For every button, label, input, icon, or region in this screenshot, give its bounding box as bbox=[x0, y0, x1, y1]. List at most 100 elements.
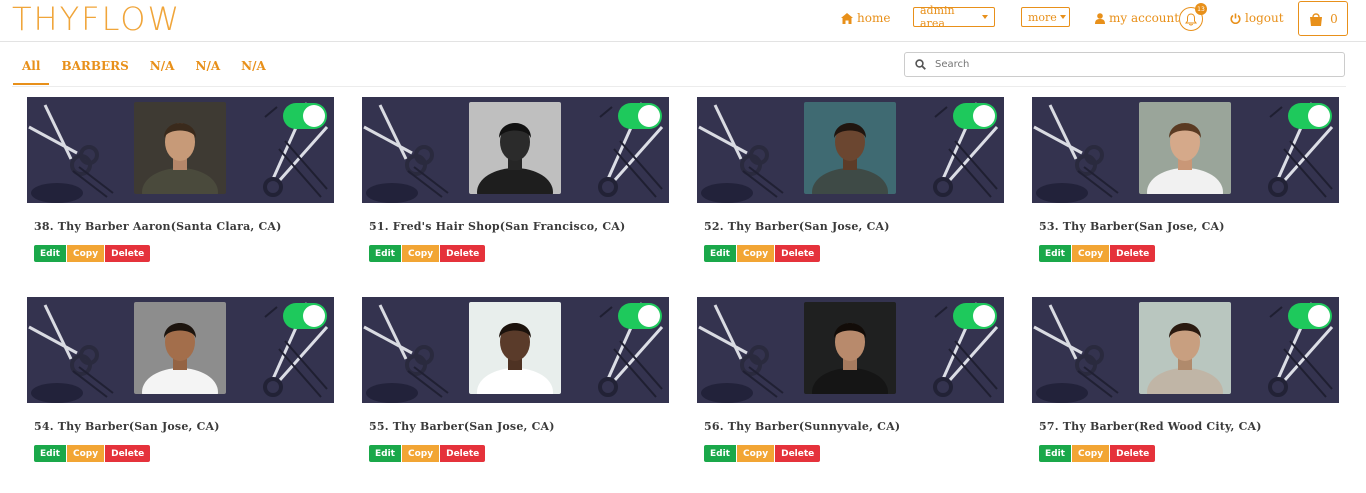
copy-button[interactable]: Copy bbox=[401, 245, 441, 262]
enable-toggle[interactable] bbox=[1288, 103, 1332, 129]
card-title[interactable]: 56. Thy Barber(Sunnyvale, CA) bbox=[704, 420, 900, 433]
barber-photo[interactable] bbox=[804, 302, 896, 394]
user-icon bbox=[1095, 12, 1105, 24]
card-actions: Edit Copy Delete bbox=[34, 445, 151, 462]
delete-button[interactable]: Delete bbox=[775, 245, 821, 262]
toggle-knob bbox=[638, 105, 660, 127]
tab-barbers[interactable]: BARBERS bbox=[61, 56, 128, 85]
edit-button[interactable]: Edit bbox=[704, 445, 737, 462]
logout-link[interactable]: logout bbox=[1230, 11, 1284, 25]
delete-button[interactable]: Delete bbox=[1110, 445, 1156, 462]
enable-toggle[interactable] bbox=[283, 303, 327, 329]
barber-photo[interactable] bbox=[134, 302, 226, 394]
search-input[interactable] bbox=[935, 59, 1315, 70]
enable-toggle[interactable] bbox=[953, 303, 997, 329]
admin-area-dropdown[interactable]: admin area bbox=[913, 4, 995, 30]
card-actions: Edit Copy Delete bbox=[34, 245, 151, 262]
copy-button[interactable]: Copy bbox=[401, 445, 441, 462]
card-title[interactable]: 57. Thy Barber(Red Wood City, CA) bbox=[1039, 420, 1262, 433]
card-actions: Edit Copy Delete bbox=[1039, 445, 1156, 462]
edit-button[interactable]: Edit bbox=[1039, 245, 1072, 262]
tab-na-2[interactable]: N/A bbox=[195, 56, 220, 85]
toggle-knob bbox=[973, 105, 995, 127]
cart-count: 0 bbox=[1330, 11, 1338, 26]
barber-photo[interactable] bbox=[1139, 302, 1231, 394]
card-title[interactable]: 53. Thy Barber(San Jose, CA) bbox=[1039, 220, 1225, 233]
copy-button[interactable]: Copy bbox=[736, 245, 776, 262]
home-link[interactable]: home bbox=[841, 11, 890, 25]
more-dropdown[interactable]: more bbox=[1021, 7, 1070, 27]
tab-all[interactable]: All bbox=[13, 56, 50, 85]
copy-button[interactable]: Copy bbox=[736, 445, 776, 462]
cart-button[interactable]: 0 bbox=[1298, 1, 1348, 36]
search-box bbox=[904, 52, 1345, 77]
tab-na-3[interactable]: N/A bbox=[241, 56, 266, 85]
delete-button[interactable]: Delete bbox=[105, 445, 151, 462]
copy-button[interactable]: Copy bbox=[1071, 445, 1111, 462]
barber-photo[interactable] bbox=[469, 102, 561, 194]
tabs-divider bbox=[12, 86, 1346, 87]
delete-button[interactable]: Delete bbox=[440, 245, 486, 262]
power-icon bbox=[1230, 13, 1241, 24]
card-actions: Edit Copy Delete bbox=[704, 245, 821, 262]
copy-button[interactable]: Copy bbox=[66, 445, 106, 462]
delete-button[interactable]: Delete bbox=[105, 245, 151, 262]
card-actions: Edit Copy Delete bbox=[704, 445, 821, 462]
delete-button[interactable]: Delete bbox=[1110, 245, 1156, 262]
category-tabs: All BARBERS N/A N/A N/A bbox=[13, 56, 287, 85]
toggle-knob bbox=[638, 305, 660, 327]
barber-photo[interactable] bbox=[134, 102, 226, 194]
card-banner bbox=[697, 97, 1004, 203]
card-title[interactable]: 55. Thy Barber(San Jose, CA) bbox=[369, 420, 555, 433]
barber-photo[interactable] bbox=[1139, 102, 1231, 194]
card-actions: Edit Copy Delete bbox=[1039, 245, 1156, 262]
toggle-knob bbox=[303, 305, 325, 327]
brand-logo[interactable]: THYFLOW bbox=[12, 1, 181, 37]
card-actions: Edit Copy Delete bbox=[369, 445, 486, 462]
logout-label: logout bbox=[1245, 11, 1284, 25]
edit-button[interactable]: Edit bbox=[369, 245, 402, 262]
chevron-down-icon bbox=[982, 15, 988, 19]
top-navbar: THYFLOW home admin area more my account … bbox=[0, 0, 1366, 42]
card-actions: Edit Copy Delete bbox=[369, 245, 486, 262]
enable-toggle[interactable] bbox=[283, 103, 327, 129]
toggle-knob bbox=[1308, 105, 1330, 127]
card-title[interactable]: 54. Thy Barber(San Jose, CA) bbox=[34, 420, 220, 433]
barber-photo[interactable] bbox=[469, 302, 561, 394]
bell-icon bbox=[1185, 12, 1197, 25]
edit-button[interactable]: Edit bbox=[34, 245, 67, 262]
chevron-down-icon bbox=[1059, 15, 1066, 19]
tab-na-1[interactable]: N/A bbox=[150, 56, 175, 85]
my-account-link[interactable]: my account bbox=[1095, 11, 1179, 25]
delete-button[interactable]: Delete bbox=[775, 445, 821, 462]
enable-toggle[interactable] bbox=[618, 103, 662, 129]
toggle-knob bbox=[303, 105, 325, 127]
enable-toggle[interactable] bbox=[953, 103, 997, 129]
admin-area-label: admin area bbox=[920, 4, 955, 30]
edit-button[interactable]: Edit bbox=[1039, 445, 1072, 462]
card-banner bbox=[27, 297, 334, 403]
shopping-bag-icon bbox=[1310, 12, 1323, 26]
edit-button[interactable]: Edit bbox=[704, 245, 737, 262]
my-account-label: my account bbox=[1109, 11, 1180, 25]
toggle-knob bbox=[1308, 305, 1330, 327]
card-banner bbox=[362, 297, 669, 403]
barber-photo[interactable] bbox=[804, 102, 896, 194]
enable-toggle[interactable] bbox=[618, 303, 662, 329]
card-banner bbox=[697, 297, 1004, 403]
toggle-knob bbox=[973, 305, 995, 327]
card-title[interactable]: 51. Fred's Hair Shop(San Francisco, CA) bbox=[369, 220, 625, 233]
card-banner bbox=[1032, 97, 1339, 203]
edit-button[interactable]: Edit bbox=[34, 445, 67, 462]
card-banner bbox=[362, 97, 669, 203]
enable-toggle[interactable] bbox=[1288, 303, 1332, 329]
card-title[interactable]: 52. Thy Barber(San Jose, CA) bbox=[704, 220, 890, 233]
delete-button[interactable]: Delete bbox=[440, 445, 486, 462]
edit-button[interactable]: Edit bbox=[369, 445, 402, 462]
card-title[interactable]: 38. Thy Barber Aaron(Santa Clara, CA) bbox=[34, 220, 282, 233]
notification-count-badge: 13 bbox=[1195, 3, 1207, 15]
copy-button[interactable]: Copy bbox=[66, 245, 106, 262]
search-icon bbox=[905, 59, 935, 70]
copy-button[interactable]: Copy bbox=[1071, 245, 1111, 262]
card-banner bbox=[27, 97, 334, 203]
